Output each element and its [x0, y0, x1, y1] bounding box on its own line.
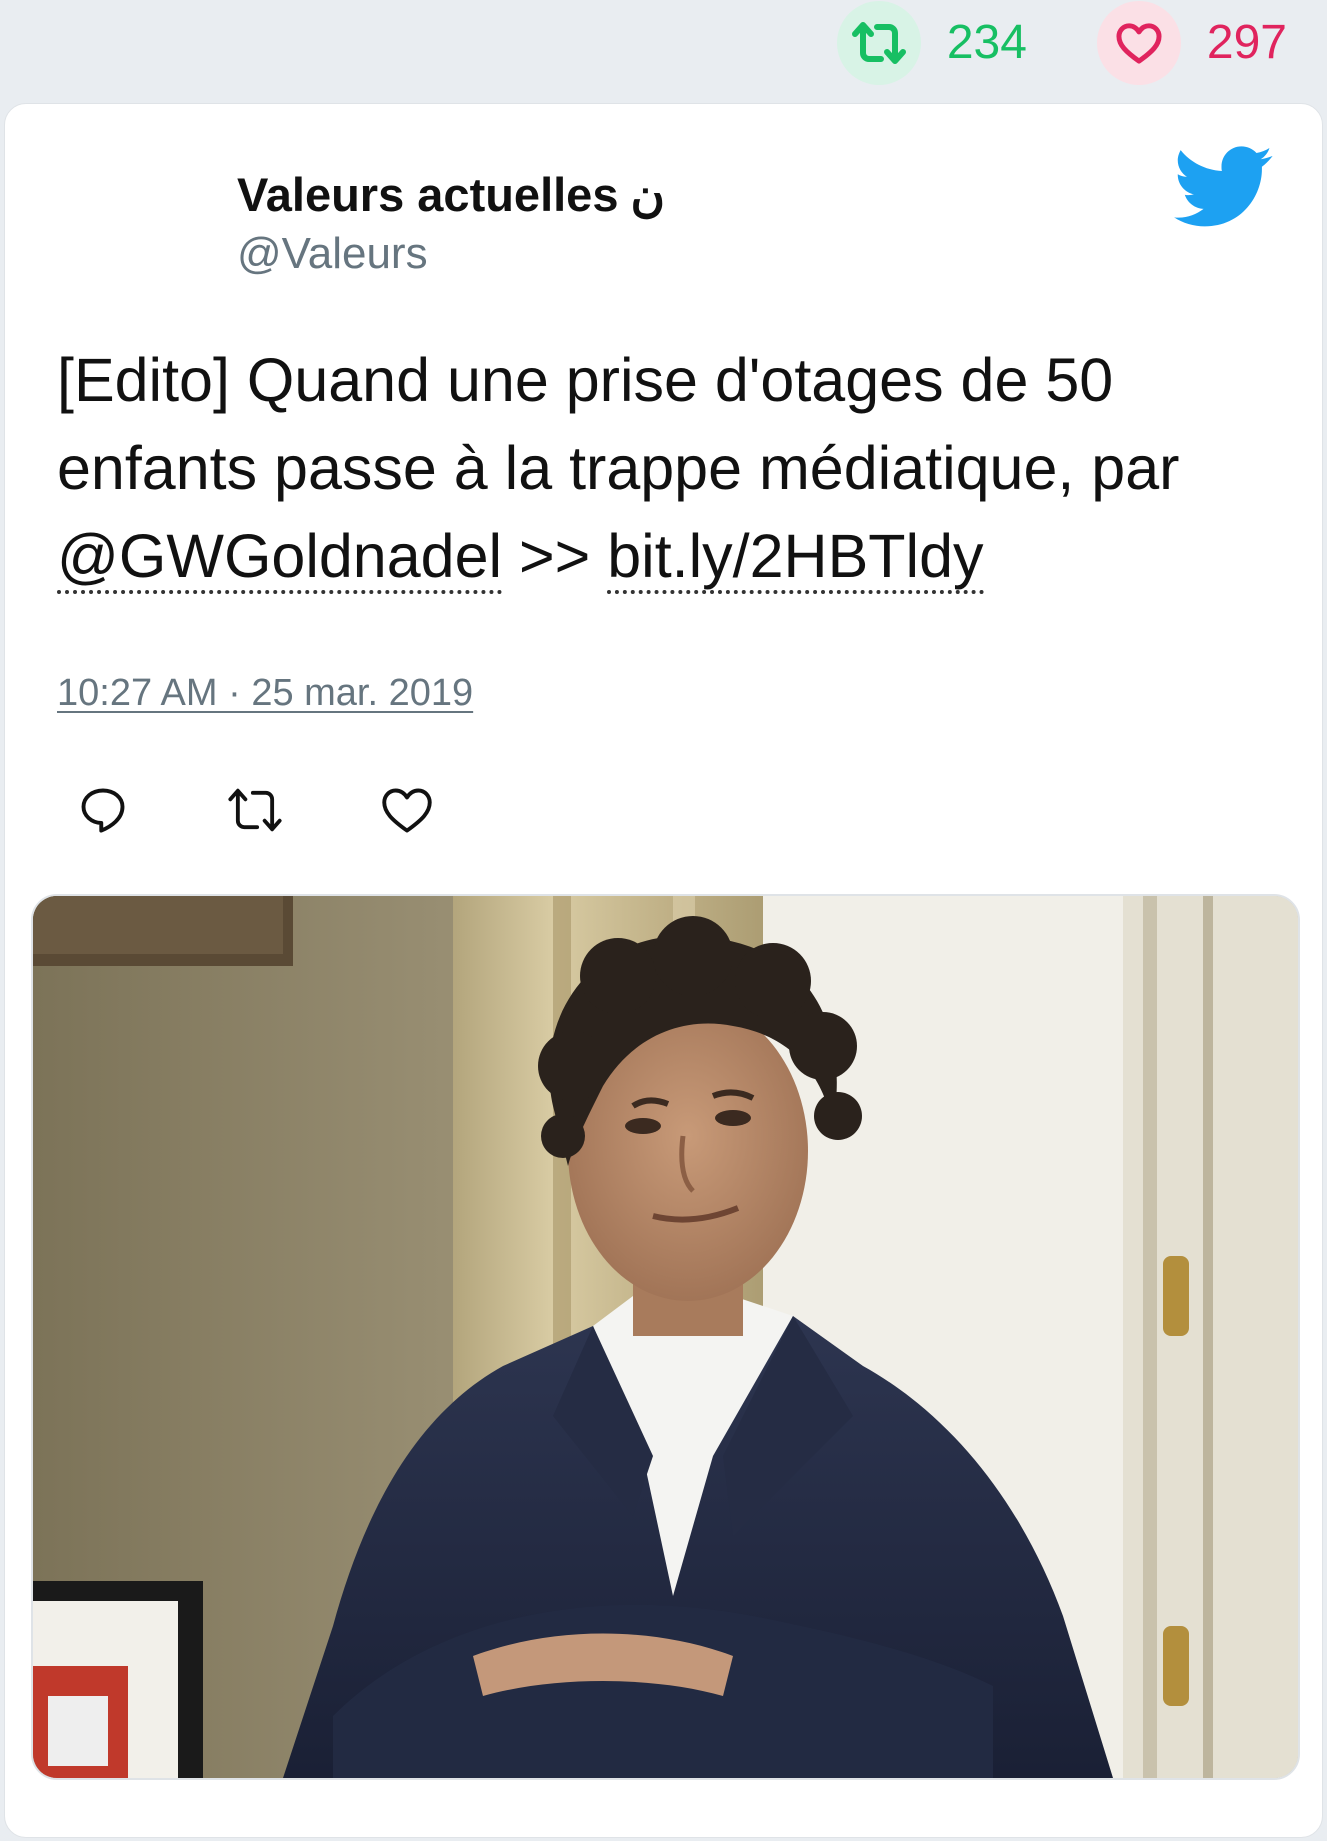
tweet-text-body: [Edito] Quand une prise d'otages de 50 e…: [57, 346, 1180, 502]
retweet-icon: [225, 784, 285, 841]
mention-link[interactable]: @GWGoldnadel: [57, 522, 503, 594]
heart-stat-icon: [1096, 1, 1181, 85]
retweet-stat[interactable]: 234: [836, 1, 1027, 85]
reply-icon: [77, 784, 129, 841]
portrait-illustration: [33, 896, 1298, 1778]
retweet-button[interactable]: [227, 784, 283, 840]
author-name-glyph: ن: [630, 168, 665, 221]
like-count: 297: [1206, 16, 1287, 69]
author-block[interactable]: Valeurs actuelles ن @Valeurs: [237, 166, 665, 282]
tweet-actions: [75, 784, 435, 840]
heart-icon: [381, 786, 433, 839]
like-stat[interactable]: 297: [1096, 1, 1287, 85]
author-name[interactable]: Valeurs actuelles ن: [237, 166, 665, 225]
author-handle[interactable]: @Valeurs: [237, 225, 665, 282]
tweet-text: [Edito] Quand une prise d'otages de 50 e…: [57, 336, 1277, 600]
tweet-media-photo[interactable]: [31, 894, 1300, 1780]
like-button[interactable]: [379, 784, 435, 840]
reply-button[interactable]: [75, 784, 131, 840]
retweet-count: 234: [946, 16, 1027, 69]
tweet-timestamp[interactable]: 10:27 AM · 25 mar. 2019: [57, 672, 473, 715]
author-name-text: Valeurs actuelles: [237, 168, 619, 221]
twitter-bird-icon[interactable]: [1174, 146, 1274, 228]
tweet-card[interactable]: Valeurs actuelles ن @Valeurs [Edito] Quan…: [4, 103, 1323, 1838]
retweet-stat-icon: [836, 1, 921, 85]
engagement-stats: 234 297: [836, 0, 1287, 86]
tweet-text-separator: >>: [502, 522, 608, 590]
short-url-link[interactable]: bit.ly/2HBTldy: [607, 522, 984, 594]
